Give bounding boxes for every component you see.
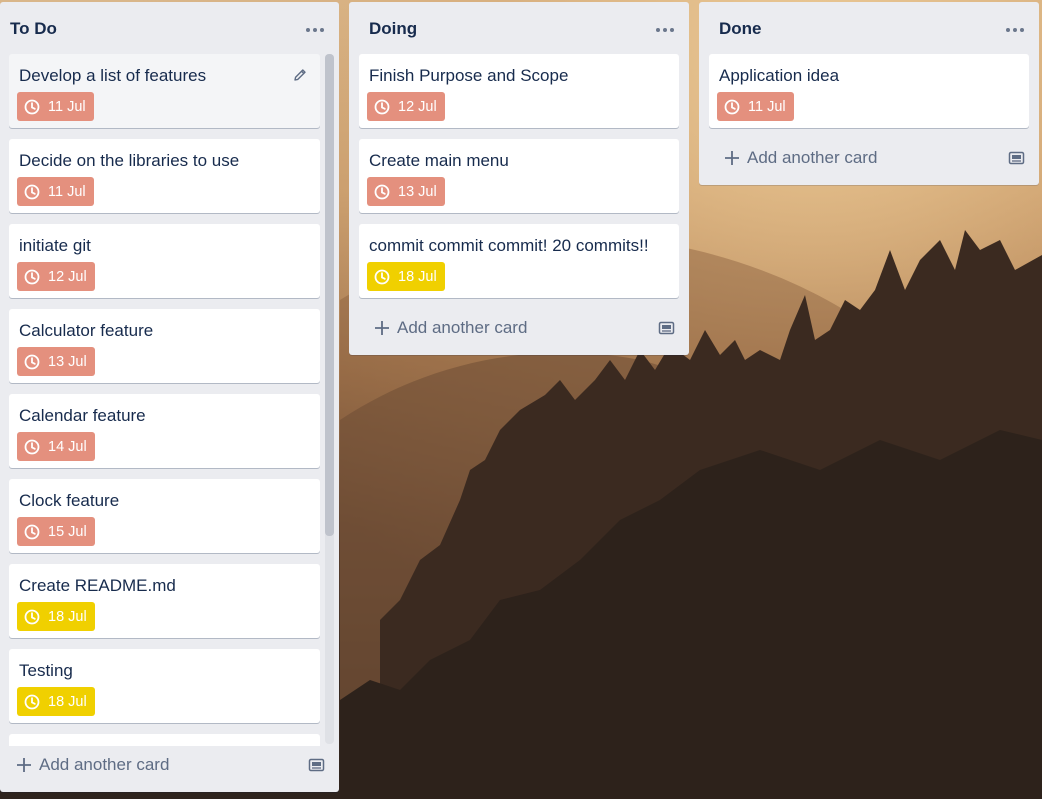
due-date: 18 Jul xyxy=(398,268,437,285)
list-header: To Do xyxy=(0,2,339,54)
due-date-badge[interactable]: 14 Jul xyxy=(17,432,95,461)
card[interactable]: Calculator feature 13 Jul xyxy=(9,309,320,383)
due-date-badge[interactable]: 13 Jul xyxy=(17,347,95,376)
due-date: 12 Jul xyxy=(48,268,87,285)
due-date-badge[interactable]: 11 Jul xyxy=(17,177,94,206)
ellipsis-icon[interactable] xyxy=(1005,27,1025,33)
card-title: commit commit commit! 20 commits!! xyxy=(369,236,649,255)
due-date: 14 Jul xyxy=(48,438,87,455)
list-to-do: To Do Develop a list of features 11 Jul … xyxy=(0,2,339,792)
card-title: Application idea xyxy=(719,66,840,85)
due-date-badge[interactable]: 15 Jul xyxy=(17,517,95,546)
card-title: Calculator feature xyxy=(19,321,154,340)
card-template-icon[interactable] xyxy=(308,757,325,773)
due-date: 13 Jul xyxy=(398,183,437,200)
clock-icon xyxy=(24,184,40,200)
due-date: 13 Jul xyxy=(48,353,87,370)
card[interactable]: Develop a list of features 11 Jul xyxy=(9,54,320,128)
ellipsis-icon[interactable] xyxy=(305,27,325,33)
ellipsis-icon[interactable] xyxy=(655,27,675,33)
card[interactable]: Application idea 11 Jul xyxy=(709,54,1029,128)
due-date: 11 Jul xyxy=(748,98,786,115)
card[interactable]: Testing 18 Jul xyxy=(9,649,320,723)
due-date: 11 Jul xyxy=(48,183,86,200)
card-template-icon[interactable] xyxy=(1008,150,1025,166)
card[interactable]: Create main menu 13 Jul xyxy=(359,139,679,213)
card[interactable]: initiate git 12 Jul xyxy=(9,224,320,298)
clock-icon xyxy=(374,184,390,200)
card-list: Finish Purpose and Scope 12 Jul Create m… xyxy=(359,54,679,309)
due-date-badge[interactable]: 13 Jul xyxy=(367,177,445,206)
clock-icon xyxy=(374,269,390,285)
card[interactable]: Finish Purpose and Scope 12 Jul xyxy=(359,54,679,128)
list-scrollbar[interactable] xyxy=(325,54,334,744)
clock-icon xyxy=(24,99,40,115)
add-card-button[interactable]: Add another card xyxy=(724,143,1025,173)
due-date: 11 Jul xyxy=(48,98,86,115)
due-date: 18 Jul xyxy=(48,693,87,710)
list-header: Doing xyxy=(349,2,689,54)
add-card-label: Add another card xyxy=(397,318,528,337)
due-date: 12 Jul xyxy=(398,98,437,115)
card-title: Decide on the libraries to use xyxy=(19,151,240,170)
card[interactable]: Create README.md 18 Jul xyxy=(9,564,320,638)
add-card-button[interactable]: Add another card xyxy=(374,313,675,343)
plus-icon xyxy=(374,320,390,336)
clock-icon xyxy=(24,354,40,370)
due-date: 15 Jul xyxy=(48,523,87,540)
card[interactable]: commit commit commit! 20 commits!! 18 Ju… xyxy=(359,224,679,298)
clock-icon xyxy=(24,269,40,285)
clock-icon xyxy=(24,694,40,710)
list-done: Done Application idea 11 Jul Add another… xyxy=(699,2,1039,185)
due-date-badge[interactable]: 12 Jul xyxy=(17,262,95,291)
card-title: Testing xyxy=(19,661,73,680)
plus-icon xyxy=(16,757,32,773)
pencil-icon[interactable] xyxy=(292,67,308,83)
card-title: Create README.md xyxy=(19,576,176,595)
due-date-badge[interactable]: 12 Jul xyxy=(367,92,445,121)
add-card-label: Add another card xyxy=(747,148,878,167)
card-template-icon[interactable] xyxy=(658,320,675,336)
list-title[interactable]: Doing xyxy=(369,19,417,39)
card-list: Application idea 11 Jul xyxy=(709,54,1029,139)
clock-icon xyxy=(24,439,40,455)
list-title[interactable]: Done xyxy=(719,19,762,39)
clock-icon xyxy=(24,524,40,540)
add-card-label: Add another card xyxy=(39,755,170,774)
clock-icon xyxy=(374,99,390,115)
list-header: Done xyxy=(699,2,1039,54)
due-date: 18 Jul xyxy=(48,608,87,625)
plus-icon xyxy=(724,150,740,166)
list-doing: Doing Finish Purpose and Scope 12 Jul Cr… xyxy=(349,2,689,355)
card-title: Develop a list of features xyxy=(19,66,207,85)
card-title: Calendar feature xyxy=(19,406,146,425)
due-date-badge[interactable]: 18 Jul xyxy=(367,262,445,291)
clock-icon xyxy=(724,99,740,115)
card-title: Create main menu xyxy=(369,151,509,170)
card[interactable]: Decide on the libraries to use 11 Jul xyxy=(9,139,320,213)
due-date-badge[interactable]: 11 Jul xyxy=(717,92,794,121)
due-date-badge[interactable]: 18 Jul xyxy=(17,687,95,716)
scrollbar-thumb[interactable] xyxy=(325,54,334,536)
card[interactable]: Clock feature 15 Jul xyxy=(9,479,320,553)
clock-icon xyxy=(24,609,40,625)
card[interactable]: Calendar feature 14 Jul xyxy=(9,394,320,468)
card-list: Develop a list of features 11 Jul Decide… xyxy=(9,54,320,746)
due-date-badge[interactable]: 18 Jul xyxy=(17,602,95,631)
card-title: Clock feature xyxy=(19,491,120,510)
list-title[interactable]: To Do xyxy=(10,19,57,39)
card-partial[interactable] xyxy=(9,734,320,746)
due-date-badge[interactable]: 11 Jul xyxy=(17,92,94,121)
add-card-button[interactable]: Add another card xyxy=(16,750,325,780)
card-title: initiate git xyxy=(19,236,91,255)
card-title: Finish Purpose and Scope xyxy=(369,66,569,85)
